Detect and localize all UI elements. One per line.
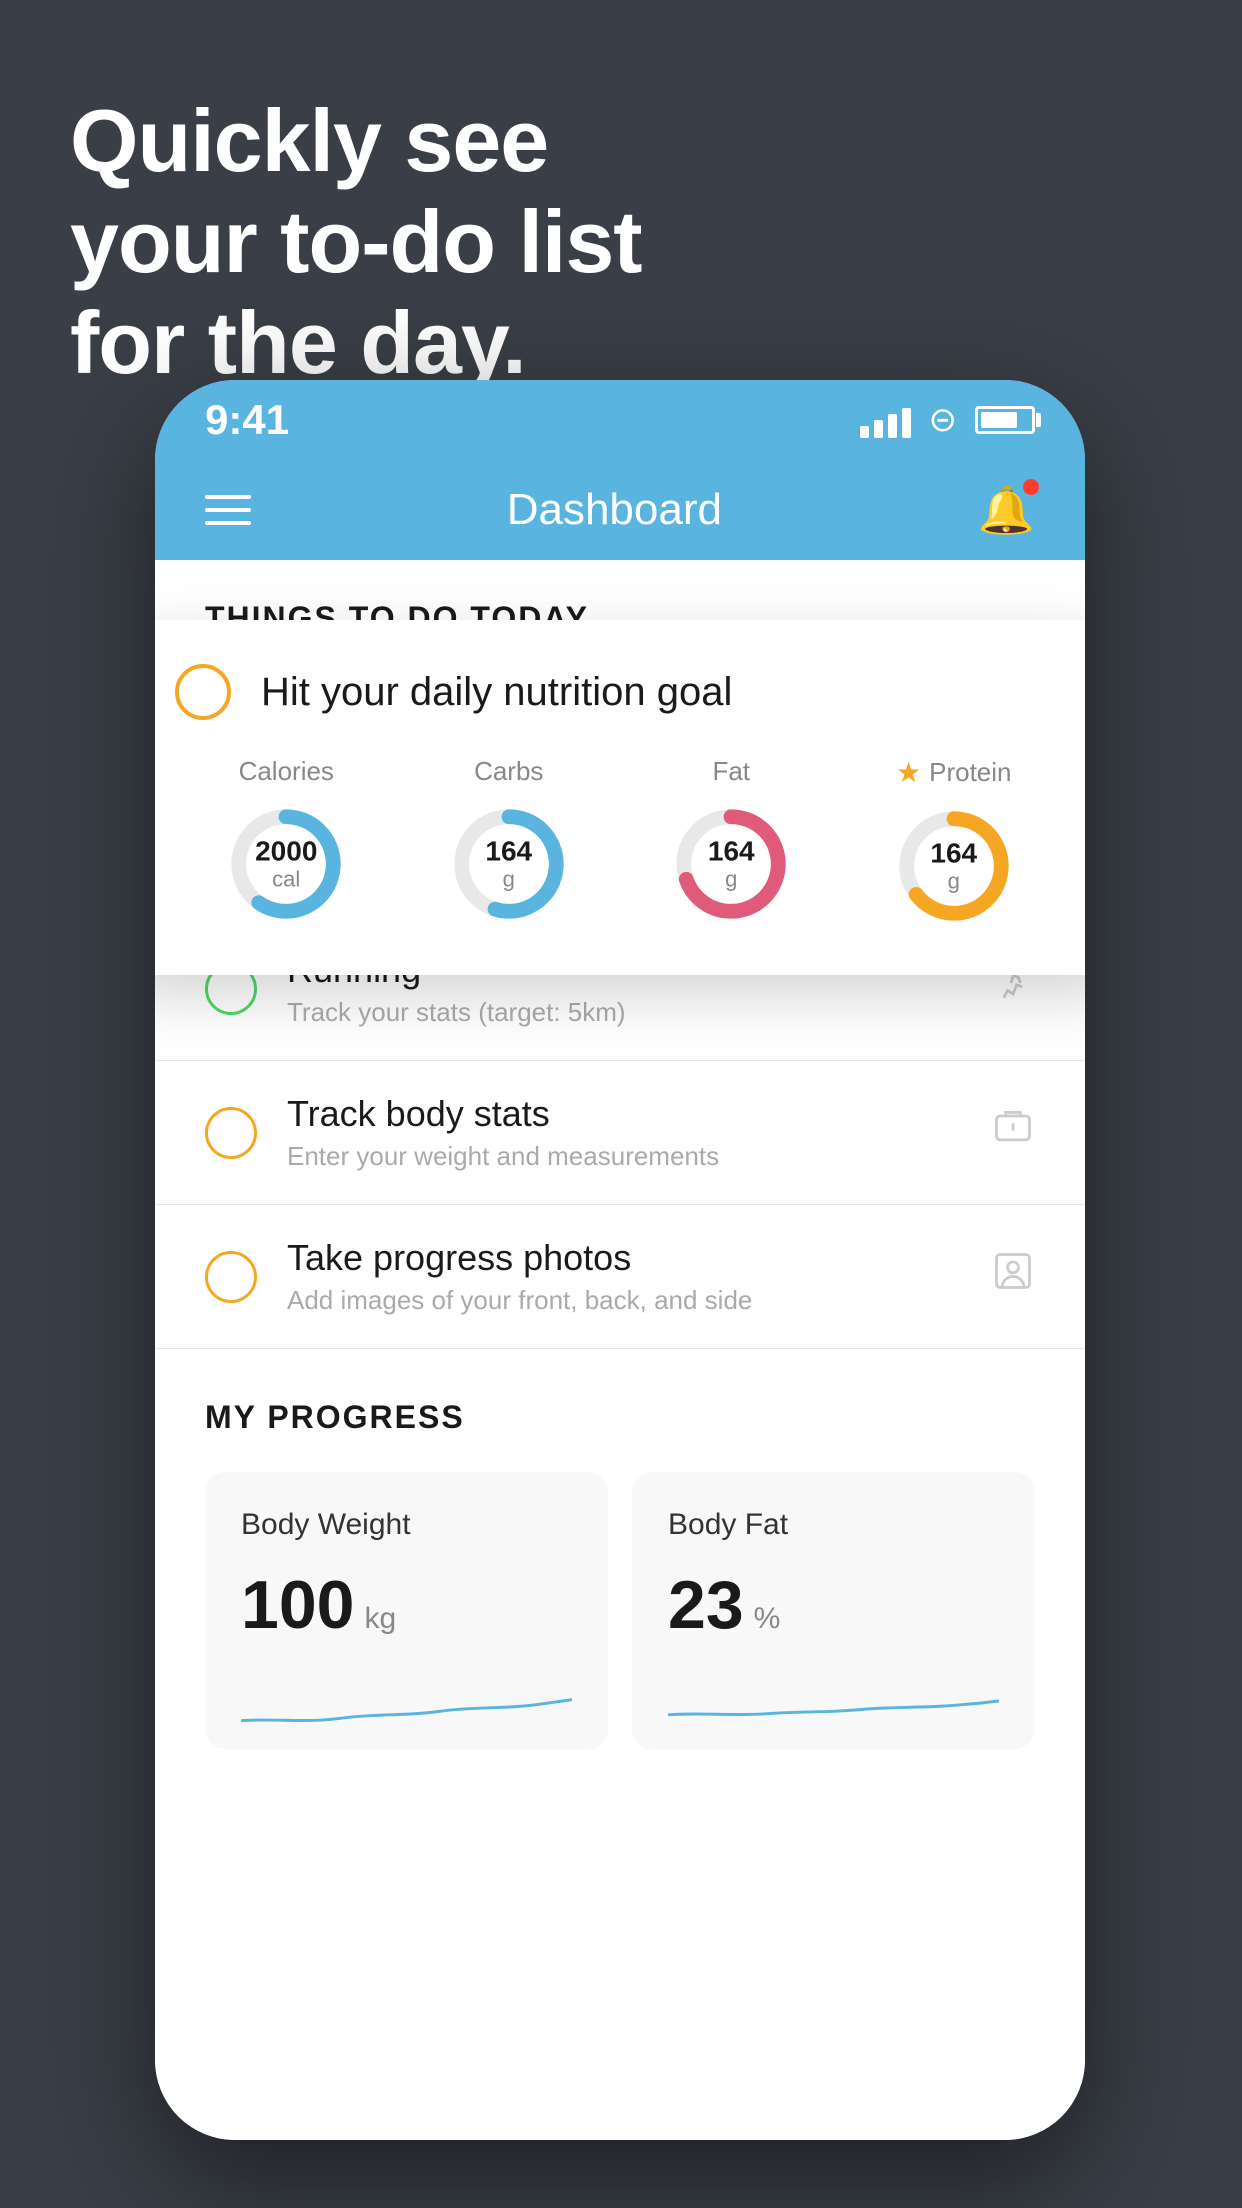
battery-icon [975, 406, 1035, 434]
progress-section: MY PROGRESS Body Weight 100 kg Body Fat [155, 1349, 1085, 1749]
carbs-unit: g [485, 867, 532, 891]
person-icon [991, 1249, 1035, 1304]
fat-donut: 164 g [666, 799, 796, 929]
scale-icon [991, 1105, 1035, 1160]
carbs-label: Carbs [474, 756, 543, 787]
calories-donut: 2000 cal [221, 799, 351, 929]
calories-value: 2000 [255, 837, 317, 868]
calories-unit: cal [255, 867, 317, 891]
hamburger-menu[interactable] [205, 495, 251, 525]
fat-label: Fat [712, 756, 750, 787]
todo-body-stats-title: Track body stats [287, 1093, 991, 1135]
progress-cards: Body Weight 100 kg Body Fat 23 % [205, 1472, 1035, 1749]
body-weight-sparkline [241, 1674, 572, 1744]
star-icon: ★ [896, 756, 921, 789]
body-fat-title: Body Fat [668, 1508, 999, 1542]
nutrition-row: Calories 2000 cal Carbs [175, 756, 1065, 931]
wifi-icon: ⊝ [929, 400, 958, 440]
nutrition-protein: ★ Protein 164 g [889, 756, 1019, 931]
body-weight-value: 100 [241, 1566, 354, 1644]
fat-unit: g [708, 867, 755, 891]
body-weight-unit: kg [364, 1602, 396, 1636]
todo-circle-body-stats [205, 1107, 257, 1159]
body-weight-card[interactable]: Body Weight 100 kg [205, 1472, 608, 1749]
body-fat-unit: % [754, 1602, 781, 1636]
todo-item-photos[interactable]: Take progress photos Add images of your … [155, 1205, 1085, 1349]
status-time: 9:41 [205, 396, 289, 444]
todo-running-subtitle: Track your stats (target: 5km) [287, 997, 991, 1028]
body-fat-sparkline [668, 1674, 999, 1744]
todo-body-stats-subtitle: Enter your weight and measurements [287, 1141, 991, 1172]
todo-circle-photos [205, 1251, 257, 1303]
signal-icon [860, 402, 911, 438]
background-headline: Quickly see your to-do list for the day. [70, 90, 642, 394]
todo-photos-subtitle: Add images of your front, back, and side [287, 1285, 991, 1316]
nutrition-fat: Fat 164 g [666, 756, 796, 929]
todo-list: Running Track your stats (target: 5km) T… [155, 917, 1085, 1349]
nutrition-carbs: Carbs 164 g [444, 756, 574, 929]
carbs-value: 164 [485, 837, 532, 868]
nav-bar: Dashboard 🔔 [155, 460, 1085, 560]
todo-item-body-stats[interactable]: Track body stats Enter your weight and m… [155, 1061, 1085, 1205]
phone-content: THINGS TO DO TODAY Hit your daily nutrit… [155, 560, 1085, 2140]
protein-value: 164 [930, 839, 977, 870]
protein-donut: 164 g [889, 801, 1019, 931]
status-icons: ⊝ [860, 400, 1036, 440]
todo-photos-title: Take progress photos [287, 1237, 991, 1279]
protein-unit: g [930, 869, 977, 893]
body-fat-value: 23 [668, 1566, 744, 1644]
progress-header: MY PROGRESS [205, 1399, 1035, 1436]
bell-notification-dot [1023, 479, 1039, 495]
bell-button[interactable]: 🔔 [978, 483, 1035, 538]
phone-mockup: 9:41 ⊝ Dashboard 🔔 THINGS TO DO TODA [155, 380, 1085, 2140]
body-fat-card[interactable]: Body Fat 23 % [632, 1472, 1035, 1749]
nutrition-card-title: Hit your daily nutrition goal [261, 670, 732, 715]
fat-value: 164 [708, 837, 755, 868]
calories-label: Calories [239, 756, 334, 787]
todo-circle-nutrition[interactable] [175, 664, 231, 720]
nutrition-card: Hit your daily nutrition goal Calories 2… [155, 620, 1085, 975]
protein-label: ★ Protein [896, 756, 1012, 789]
nav-title: Dashboard [507, 485, 722, 535]
nutrition-calories: Calories 2000 cal [221, 756, 351, 929]
status-bar: 9:41 ⊝ [155, 380, 1085, 460]
body-weight-title: Body Weight [241, 1508, 572, 1542]
carbs-donut: 164 g [444, 799, 574, 929]
